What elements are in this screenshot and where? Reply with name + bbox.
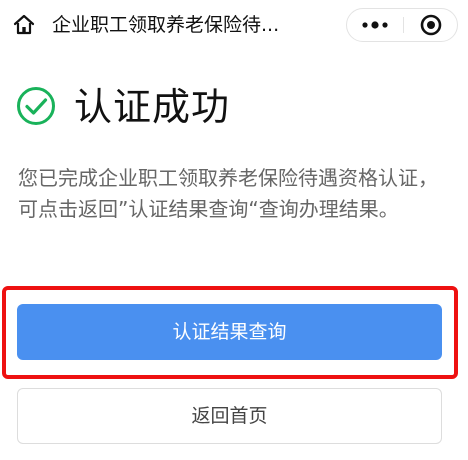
back-home-button[interactable]: 返回首页 [17,388,442,444]
target-close-icon [420,14,442,36]
page-title: 企业职工领取养老保险待... [52,14,280,36]
close-button[interactable] [404,9,458,41]
more-button[interactable] [347,9,403,41]
more-dots-icon [362,21,388,29]
result-title: 认证成功 [74,85,231,129]
home-icon[interactable] [12,13,36,37]
top-nav-bar: 企业职工领取养老保险待... [0,0,468,52]
mini-program-capsule [346,8,458,42]
check-circle-icon [17,87,55,125]
result-description: 您已完成企业职工领取养老保险待遇资格认证，可点击返回”认证结果查询“查询办理结果… [18,166,438,221]
query-result-button[interactable]: 认证结果查询 [17,304,442,360]
